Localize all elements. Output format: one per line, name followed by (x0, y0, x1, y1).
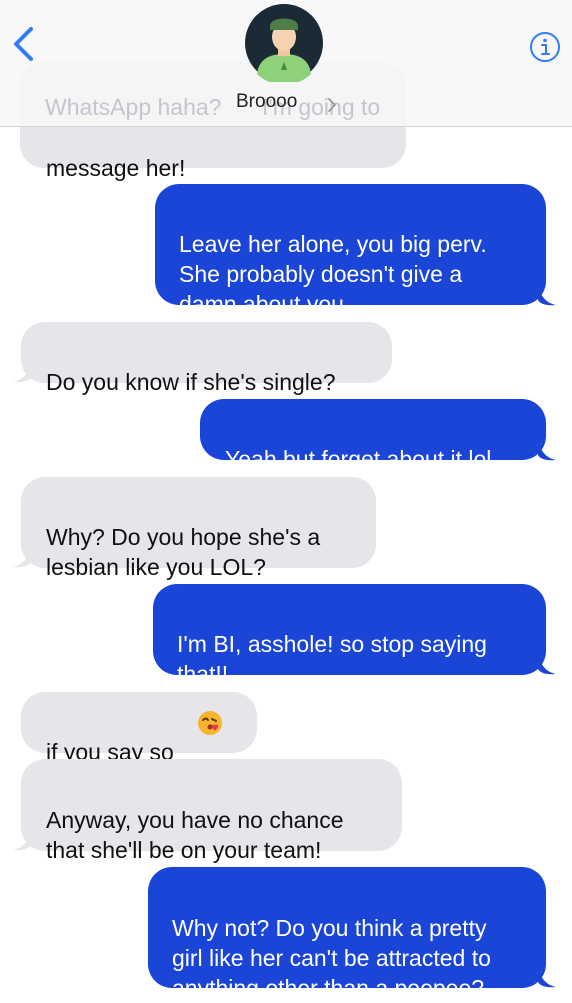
message-text: message her! (46, 155, 186, 181)
message-bubble-outgoing: Yeah but forget about it lol (200, 399, 546, 472)
face-blowing-kiss-icon (198, 711, 222, 735)
conversation-header: WhatsApp haha? I'm going to Broooo (0, 0, 572, 127)
message-bubble-incoming: if you say so (21, 692, 257, 765)
message-text: Yeah but forget about it lol (225, 446, 492, 472)
chevron-right-icon[interactable] (327, 97, 337, 113)
avatar-icon[interactable] (245, 4, 323, 82)
contact-name[interactable]: Broooo (236, 91, 297, 113)
message-text: Why? Do you hope she's a lesbian like yo… (46, 524, 321, 580)
message-bubble-incoming: Anyway, you have no chance that she'll b… (21, 759, 402, 863)
message-bubble-incoming: Do you know if she's single? (21, 322, 392, 395)
chevron-left-icon[interactable] (10, 26, 36, 62)
message-text: Why not? Do you think a pretty girl like… (172, 915, 491, 1001)
message-text: Anyway, you have no chance that she'll b… (46, 807, 344, 863)
message-bubble-outgoing: I'm BI, asshole! so stop saying that!! (153, 584, 546, 687)
message-text: Leave her alone, you big perv. She proba… (179, 231, 487, 317)
message-bubble-outgoing: Leave her alone, you big perv. She proba… (155, 184, 546, 317)
info-icon[interactable] (529, 31, 561, 63)
message-text: Do you know if she's single? (46, 369, 336, 395)
message-text-behind-header: WhatsApp haha? (45, 94, 222, 120)
message-bubble-incoming: Why? Do you hope she's a lesbian like yo… (21, 477, 376, 580)
message-text: I'm BI, asshole! so stop saying that!! (177, 631, 487, 687)
message-bubble-outgoing: Why not? Do you think a pretty girl like… (148, 867, 546, 1001)
